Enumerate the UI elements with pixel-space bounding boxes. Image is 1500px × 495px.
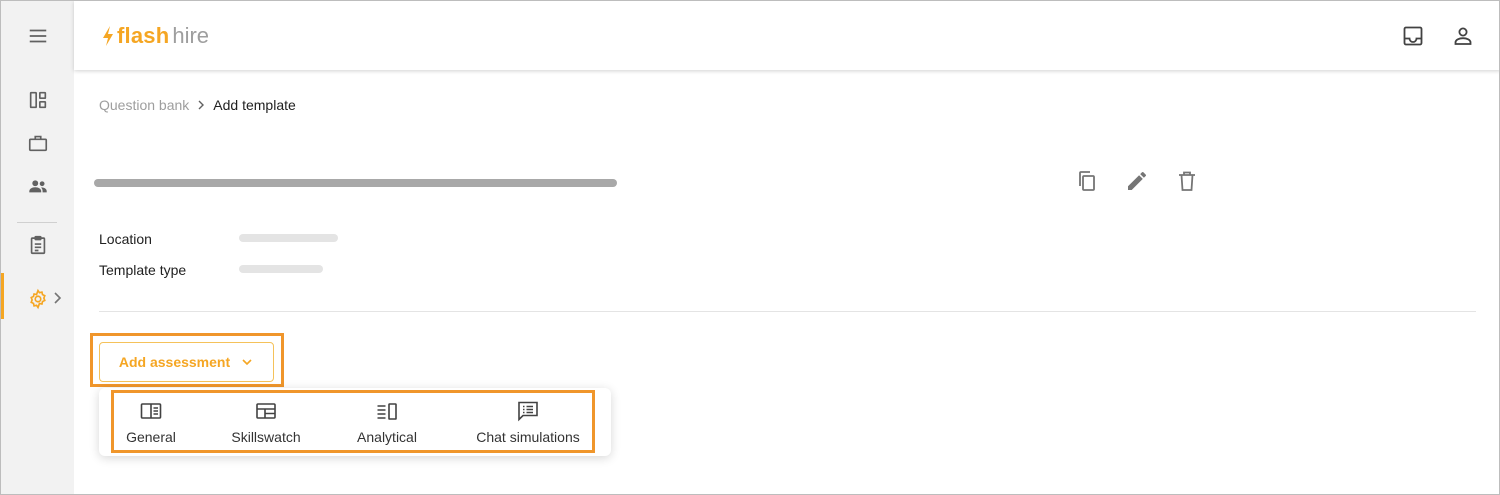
chat-simulations-icon bbox=[518, 401, 538, 422]
logo-text-hire: hire bbox=[172, 23, 210, 48]
inbox-button[interactable] bbox=[1400, 23, 1426, 49]
edit-icon bbox=[1128, 172, 1146, 190]
assessment-type-menu: General Skillswatch Analytical Chat simu… bbox=[99, 388, 611, 456]
location-label: Location bbox=[99, 231, 152, 247]
breadcrumb-question-bank[interactable]: Question bank bbox=[99, 97, 189, 113]
template-type-value-placeholder bbox=[239, 265, 323, 273]
account-icon bbox=[1454, 27, 1472, 45]
delete-icon bbox=[1179, 171, 1195, 191]
menu-item-chat-simulations[interactable]: Chat simulations bbox=[469, 396, 587, 448]
app-window: flash hire Question bank Add template Lo… bbox=[0, 0, 1500, 495]
clipboard-icon bbox=[30, 235, 45, 255]
chevron-right-icon bbox=[198, 100, 205, 110]
general-icon bbox=[140, 403, 162, 419]
copy-button[interactable] bbox=[1074, 168, 1100, 194]
chevron-down-icon bbox=[242, 359, 252, 366]
add-assessment-label: Add assessment bbox=[118, 354, 231, 370]
briefcase-icon bbox=[28, 135, 47, 152]
menu-button[interactable] bbox=[1, 18, 74, 54]
menu-item-analytical[interactable]: Analytical bbox=[351, 396, 423, 448]
top-header: flash hire bbox=[74, 1, 1499, 70]
menu-item-label: General bbox=[126, 429, 176, 445]
location-value-placeholder bbox=[239, 234, 338, 242]
sidebar-item-jobs[interactable] bbox=[1, 125, 74, 161]
section-divider bbox=[99, 311, 1476, 312]
sidebar-item-dashboard[interactable] bbox=[1, 82, 74, 118]
logo-text-flash: flash bbox=[117, 23, 170, 48]
breadcrumb-current: Add template bbox=[213, 97, 296, 113]
menu-item-general[interactable]: General bbox=[121, 396, 181, 448]
edit-button[interactable] bbox=[1124, 168, 1150, 194]
inbox-icon bbox=[1403, 26, 1423, 46]
template-type-label: Template type bbox=[99, 262, 187, 278]
menu-item-label: Chat simulations bbox=[476, 429, 580, 445]
menu-icon bbox=[29, 29, 46, 43]
menu-item-skillswatch[interactable]: Skillswatch bbox=[225, 396, 307, 448]
lightning-bolt-icon bbox=[103, 26, 113, 46]
template-title-placeholder bbox=[94, 179, 617, 187]
skillswatch-icon bbox=[256, 403, 276, 419]
copy-icon bbox=[1079, 171, 1095, 191]
menu-item-label: Skillswatch bbox=[231, 429, 301, 445]
add-assessment-button[interactable]: Add assessment bbox=[99, 342, 274, 382]
analytical-icon bbox=[377, 403, 397, 420]
account-button[interactable] bbox=[1450, 23, 1476, 49]
delete-button[interactable] bbox=[1174, 168, 1200, 194]
sidebar bbox=[1, 1, 74, 494]
sidebar-divider bbox=[17, 222, 57, 223]
breadcrumb: Question bank Add template bbox=[99, 97, 296, 113]
menu-item-label: Analytical bbox=[357, 429, 417, 445]
chevron-right-icon[interactable] bbox=[52, 291, 62, 305]
sidebar-item-candidates[interactable] bbox=[1, 168, 74, 204]
sidebar-item-settings[interactable] bbox=[1, 281, 74, 317]
dashboard-icon bbox=[29, 91, 46, 109]
people-icon bbox=[28, 180, 47, 193]
sidebar-item-question-bank[interactable] bbox=[1, 227, 74, 263]
settings-icon bbox=[29, 288, 46, 310]
app-logo[interactable]: flash hire bbox=[101, 23, 209, 49]
